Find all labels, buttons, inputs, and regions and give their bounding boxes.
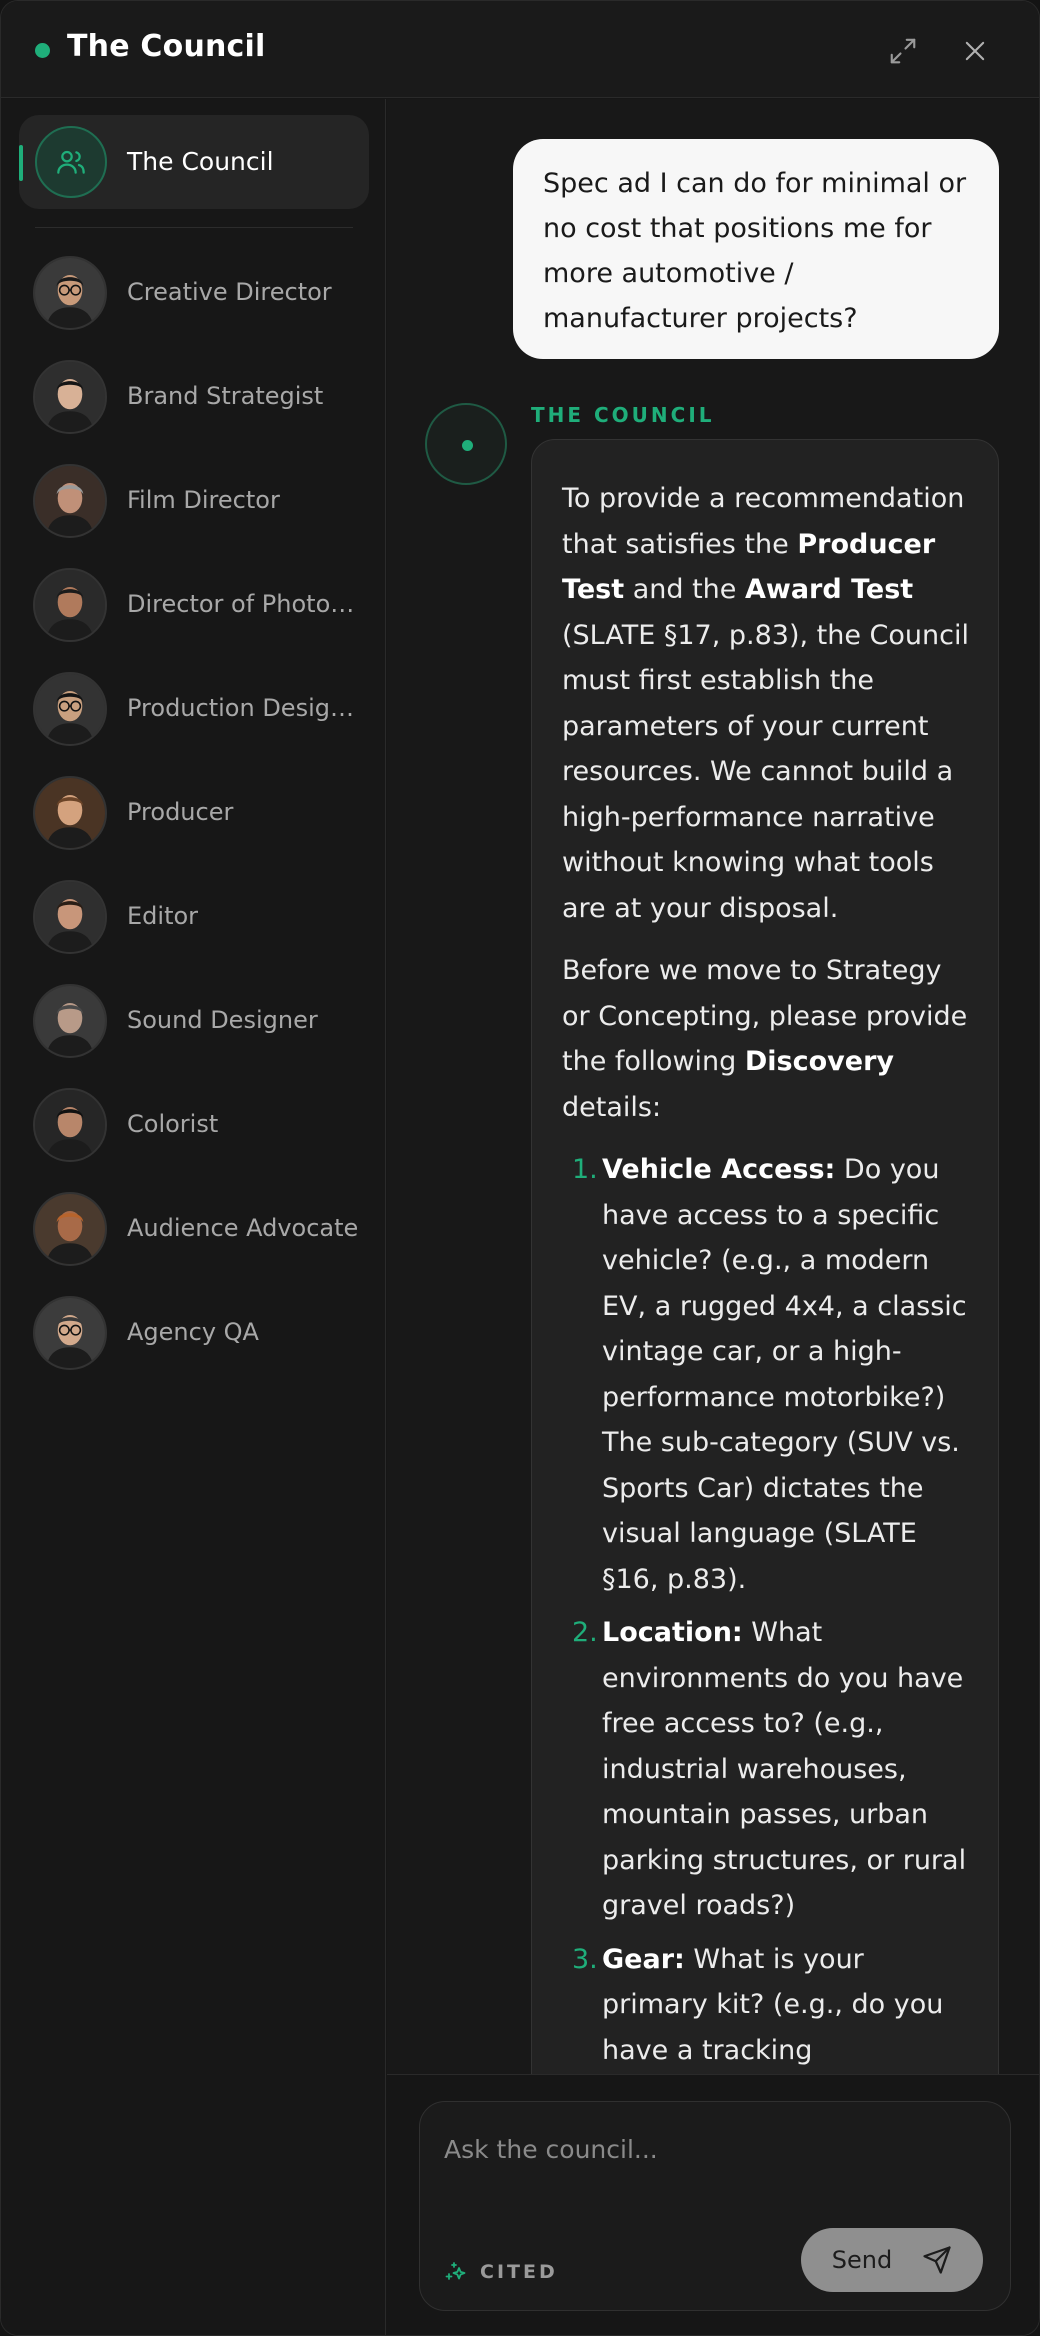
- sidebar-item-director-of-photography[interactable]: Director of Photography: [33, 568, 373, 644]
- user-message: Spec ad I can do for minimal or no cost …: [513, 139, 999, 359]
- council-window: The Council The Council Creative Directo…: [0, 0, 1040, 2336]
- users-icon: [57, 150, 85, 174]
- assistant-avatar: [425, 403, 507, 485]
- response-paragraph-1: To provide a recommendation that satisfi…: [562, 483, 969, 924]
- sidebar-item-producer[interactable]: Producer: [33, 776, 373, 852]
- sidebar-item-brand-strategist[interactable]: Brand Strategist: [33, 360, 373, 436]
- list-item: 3. Gear: What is your primary kit? (e.g.,…: [572, 1943, 944, 2066]
- send-icon: [923, 2246, 951, 2274]
- avatar: [33, 1296, 107, 1370]
- sidebar-divider: [35, 227, 353, 228]
- sidebar-item-label: Sound Designer: [127, 1006, 318, 1034]
- sidebar-item-label: Editor: [127, 902, 199, 930]
- avatar: [33, 256, 107, 330]
- assistant-message: To provide a recommendation that satisfi…: [531, 439, 999, 2074]
- close-button[interactable]: [955, 31, 995, 71]
- avatar: [33, 880, 107, 954]
- council-avatar: [35, 126, 107, 198]
- sidebar-item-production-designer[interactable]: Production Designer: [33, 672, 373, 748]
- list-item: 1. Vehicle Access: Do you have access to …: [572, 1154, 967, 1595]
- send-button[interactable]: Send: [801, 2228, 983, 2292]
- assistant-name: THE COUNCIL: [531, 403, 715, 427]
- response-paragraph-2: Before we move to Strategy or Concepting…: [562, 955, 968, 1123]
- sidebar-item-label: Producer: [127, 798, 234, 826]
- expand-button[interactable]: [883, 31, 923, 71]
- message-input[interactable]: [444, 2124, 984, 2174]
- cited-toggle[interactable]: CITED: [444, 2260, 558, 2284]
- sidebar-item-label: Production Designer: [127, 694, 367, 722]
- window-title: The Council: [67, 29, 266, 64]
- sidebar-item-editor[interactable]: Editor: [33, 880, 373, 956]
- sidebar-item-creative-director[interactable]: Creative Director: [33, 256, 373, 332]
- sidebar-item-film-director[interactable]: Film Director: [33, 464, 373, 540]
- avatar: [33, 1192, 107, 1266]
- sidebar: The Council Creative Director Brand Strat…: [1, 99, 386, 2335]
- cited-label: CITED: [480, 2261, 558, 2283]
- chat-thread[interactable]: Spec ad I can do for minimal or no cost …: [387, 99, 1039, 2074]
- avatar: [33, 776, 107, 850]
- avatar: [33, 568, 107, 642]
- sidebar-item-agency-qa[interactable]: Agency QA: [33, 1296, 373, 1372]
- avatar: [33, 1088, 107, 1162]
- sidebar-item-label: Film Director: [127, 486, 280, 514]
- sidebar-item-label: Director of Photography: [127, 590, 367, 618]
- sidebar-item-sound-designer[interactable]: Sound Designer: [33, 984, 373, 1060]
- avatar: [33, 360, 107, 434]
- sidebar-item-the-council[interactable]: The Council: [19, 115, 369, 209]
- sidebar-item-label: Brand Strategist: [127, 382, 324, 410]
- sidebar-item-colorist[interactable]: Colorist: [33, 1088, 373, 1164]
- sidebar-item-label: Agency QA: [127, 1318, 259, 1346]
- list-item: 2. Location: What environments do you hav…: [572, 1617, 967, 1921]
- sidebar-item-label: Audience Advocate: [127, 1214, 359, 1242]
- avatar: [33, 464, 107, 538]
- avatar: [33, 984, 107, 1058]
- composer-area: CITED Send: [387, 2074, 1039, 2335]
- composer: CITED Send: [419, 2101, 1011, 2311]
- active-indicator: [19, 145, 23, 181]
- sparkle-icon: [445, 2262, 466, 2280]
- assistant-status-dot: [462, 440, 473, 451]
- sidebar-item-audience-advocate[interactable]: Audience Advocate: [33, 1192, 373, 1268]
- send-label: Send: [831, 2246, 893, 2274]
- sidebar-item-label: Creative Director: [127, 278, 332, 306]
- sidebar-item-label: Colorist: [127, 1110, 219, 1138]
- avatar: [33, 672, 107, 746]
- header: The Council: [1, 1, 1039, 98]
- expand-icon: [890, 38, 916, 64]
- sidebar-item-label: The Council: [127, 147, 274, 176]
- status-dot: [35, 43, 50, 58]
- close-icon: [965, 41, 985, 61]
- discovery-list: 1. Vehicle Access: Do you have access to …: [562, 1147, 970, 2074]
